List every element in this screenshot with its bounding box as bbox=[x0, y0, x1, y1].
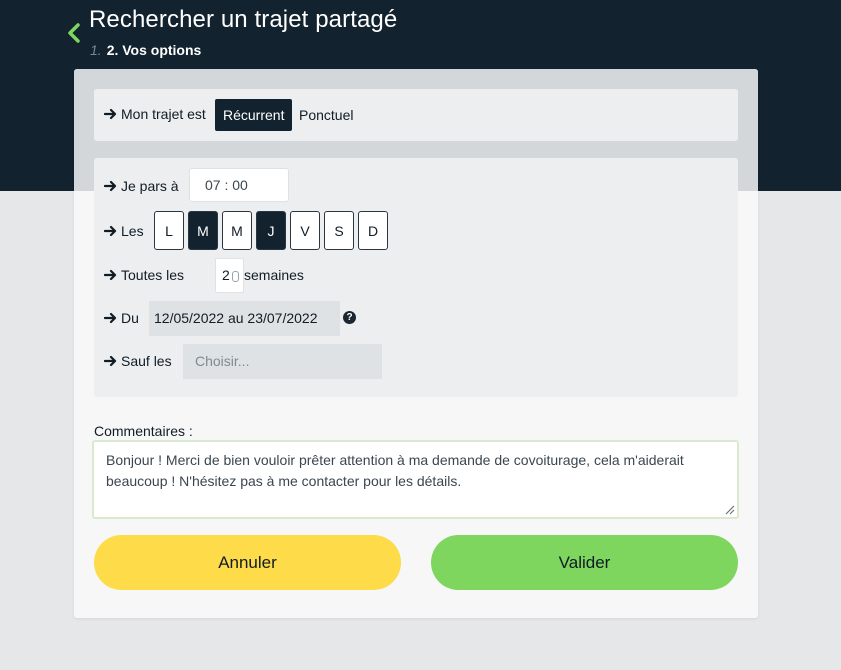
period-row: Du bbox=[104, 310, 139, 326]
trip-type-row: Mon trajet est bbox=[104, 106, 206, 122]
trip-type-ponctuel-option[interactable]: Ponctuel bbox=[291, 99, 361, 131]
options-card: Mon trajet est Récurrent Ponctuel Je par… bbox=[74, 69, 758, 618]
trip-type-panel: Mon trajet est Récurrent Ponctuel bbox=[94, 89, 738, 141]
days-row: Les bbox=[104, 223, 144, 239]
departure-time-input[interactable]: 07 : 00 bbox=[189, 168, 289, 202]
resize-handle-icon[interactable] bbox=[724, 504, 735, 515]
day-button-saturday[interactable]: S bbox=[324, 211, 354, 250]
arrow-right-icon bbox=[104, 312, 117, 324]
day-button-thursday[interactable]: J bbox=[256, 211, 286, 250]
comments-text: Bonjour ! Merci de bien vouloir prêter a… bbox=[106, 452, 684, 489]
except-dates-select[interactable]: Choisir... bbox=[183, 344, 382, 379]
day-button-monday[interactable]: L bbox=[154, 211, 184, 250]
departure-label: Je pars à bbox=[121, 178, 179, 194]
comments-label: Commentaires : bbox=[94, 423, 193, 439]
days-label: Les bbox=[121, 223, 144, 239]
trip-type-label: Mon trajet est bbox=[121, 106, 206, 122]
arrow-right-icon bbox=[104, 225, 117, 237]
except-label: Sauf les bbox=[121, 353, 172, 369]
recurrence-options-panel: Je pars à 07 : 00 Les L M M J V S D Tout… bbox=[94, 158, 738, 397]
step-previous[interactable]: 1. bbox=[90, 42, 102, 58]
weeks-value: 2 bbox=[222, 267, 230, 283]
comments-textarea[interactable]: Bonjour ! Merci de bien vouloir prêter a… bbox=[92, 440, 739, 519]
question-circle-icon[interactable]: ? bbox=[343, 311, 356, 324]
day-picker: L M M J V S D bbox=[154, 211, 388, 250]
date-range-input[interactable]: 12/05/2022 au 23/07/2022 bbox=[149, 301, 340, 336]
step-current: 2. Vos options bbox=[106, 42, 202, 58]
arrow-right-icon bbox=[104, 180, 117, 192]
validate-button[interactable]: Valider bbox=[431, 535, 738, 590]
day-button-wednesday[interactable]: M bbox=[222, 211, 252, 250]
day-button-tuesday[interactable]: M bbox=[188, 211, 218, 250]
arrow-right-icon bbox=[104, 269, 117, 281]
trip-type-recurrent-option[interactable]: Récurrent bbox=[215, 99, 293, 131]
page-title: Rechercher un trajet partagé bbox=[89, 6, 398, 33]
step-indicator: 1. 2. Vos options bbox=[90, 42, 201, 58]
frequency-row: Toutes les bbox=[104, 267, 184, 283]
cancel-button[interactable]: Annuler bbox=[94, 535, 401, 590]
weeks-suffix: semaines bbox=[244, 267, 304, 283]
arrow-right-icon bbox=[104, 355, 117, 367]
day-button-sunday[interactable]: D bbox=[358, 211, 388, 250]
chevron-left-icon[interactable] bbox=[64, 21, 84, 45]
spinner-icon[interactable] bbox=[232, 271, 239, 282]
period-label: Du bbox=[121, 310, 139, 326]
except-row: Sauf les bbox=[104, 353, 172, 369]
weeks-number-input[interactable]: 2 bbox=[215, 258, 244, 293]
arrow-right-icon bbox=[104, 108, 117, 120]
day-button-friday[interactable]: V bbox=[290, 211, 320, 250]
frequency-label: Toutes les bbox=[121, 267, 185, 283]
departure-row: Je pars à bbox=[104, 178, 179, 194]
